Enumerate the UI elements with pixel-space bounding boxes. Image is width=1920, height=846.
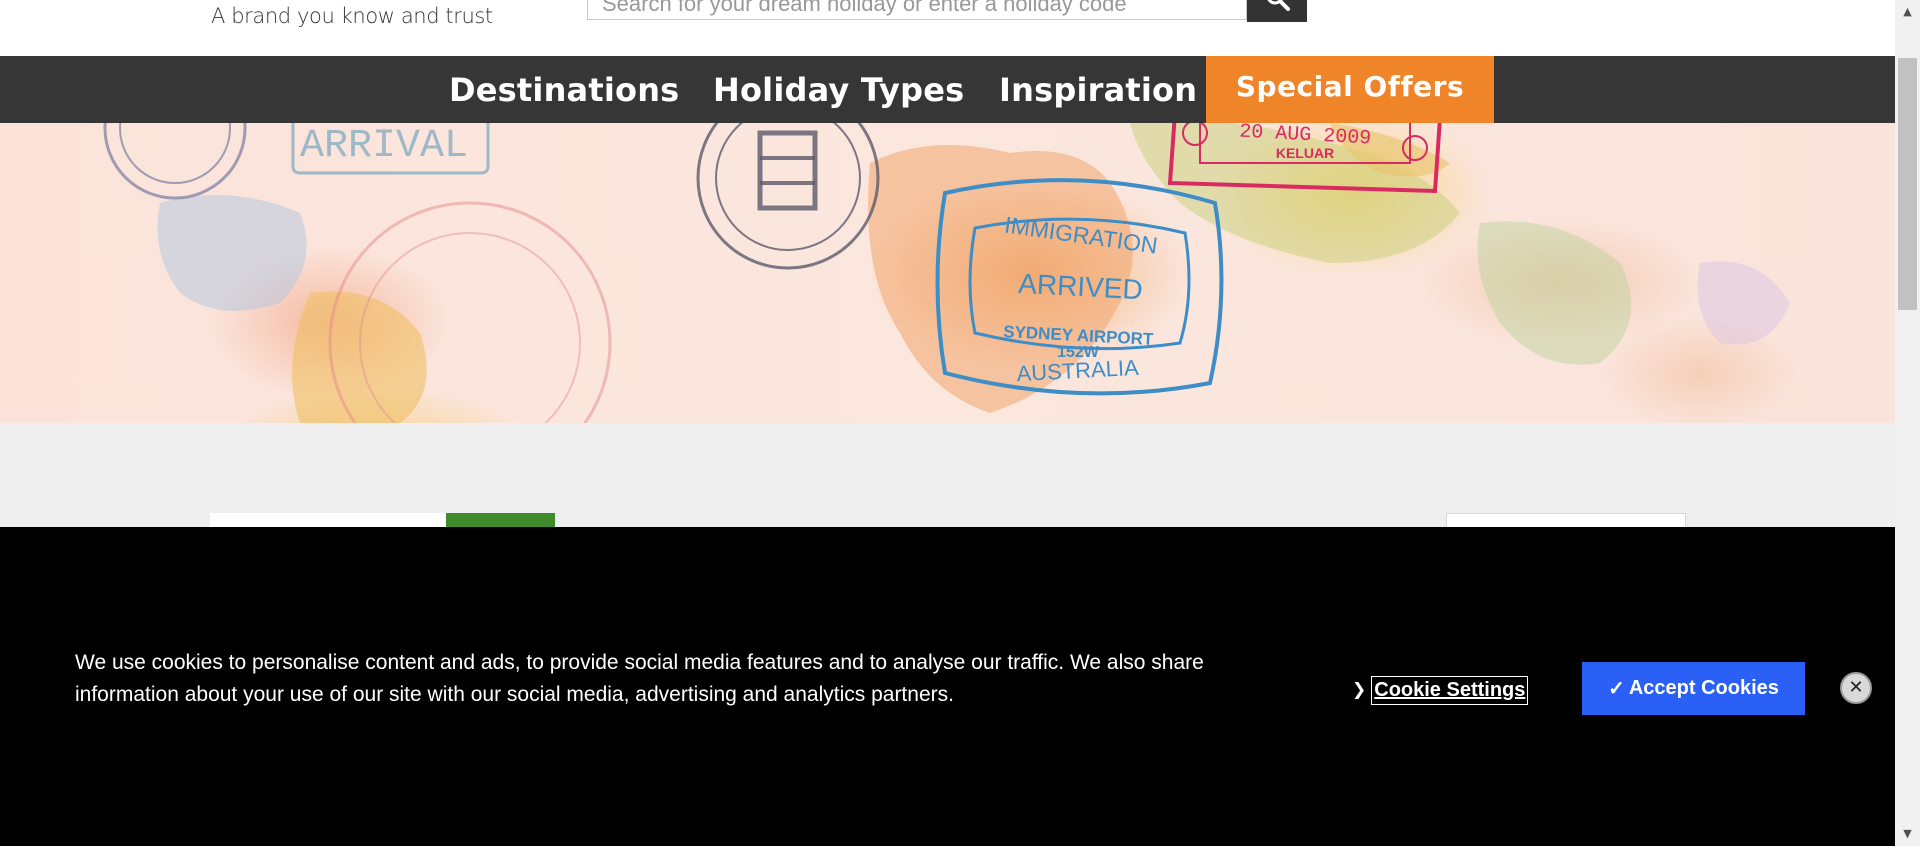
check-icon: ✓ [1608,678,1625,700]
cookie-message: We use cookies to personalise content an… [75,651,1204,706]
close-icon[interactable]: ✕ [1840,672,1872,704]
search-input[interactable] [587,0,1247,20]
arrival-stamp-text: ARRIVAL [300,124,468,169]
site-header: A brand you know and trust [0,0,1895,56]
keluar-text: KELUAR [1276,145,1334,161]
passport-stamps-image: ARRIVAL IMMIGRATION ARRIVED SYDNEY AIRPO… [103,123,1790,423]
search-button[interactable] [1247,0,1307,22]
cookie-settings-button[interactable]: ❯ Cookie Settings [1352,675,1529,705]
cookie-settings-label: Cookie Settings [1371,675,1529,705]
hero-banner: ARRIVAL IMMIGRATION ARRIVED SYDNEY AIRPO… [0,123,1895,423]
page-scrollbar[interactable]: ▲ ▼ [1895,0,1920,846]
scroll-down-arrow-icon[interactable]: ▼ [1895,824,1920,846]
nav-item-inspiration[interactable]: Inspiration [999,56,1197,123]
stamp-australia-text: AUSTRALIA [1016,355,1140,386]
accept-cookies-label: Accept Cookies [1628,677,1779,699]
nav-item-holiday-types[interactable]: Holiday Types [713,56,964,123]
main-nav: Destinations Holiday Types Inspiration S… [0,56,1895,123]
chevron-right-icon: ❯ [1352,680,1367,700]
search-icon [1267,0,1290,11]
brand-tagline: A brand you know and trust [211,4,493,28]
scrollbar-thumb[interactable] [1898,58,1917,310]
stamp-arrived-text: ARRIVED [1018,268,1144,305]
nav-item-destinations[interactable]: Destinations [449,56,679,123]
nav-item-special-offers[interactable]: Special Offers [1206,56,1494,123]
accept-cookies-button[interactable]: ✓ Accept Cookies [1582,662,1805,715]
scroll-up-arrow-icon[interactable]: ▲ [1895,0,1920,22]
cookie-banner: We use cookies to personalise content an… [0,527,1895,846]
